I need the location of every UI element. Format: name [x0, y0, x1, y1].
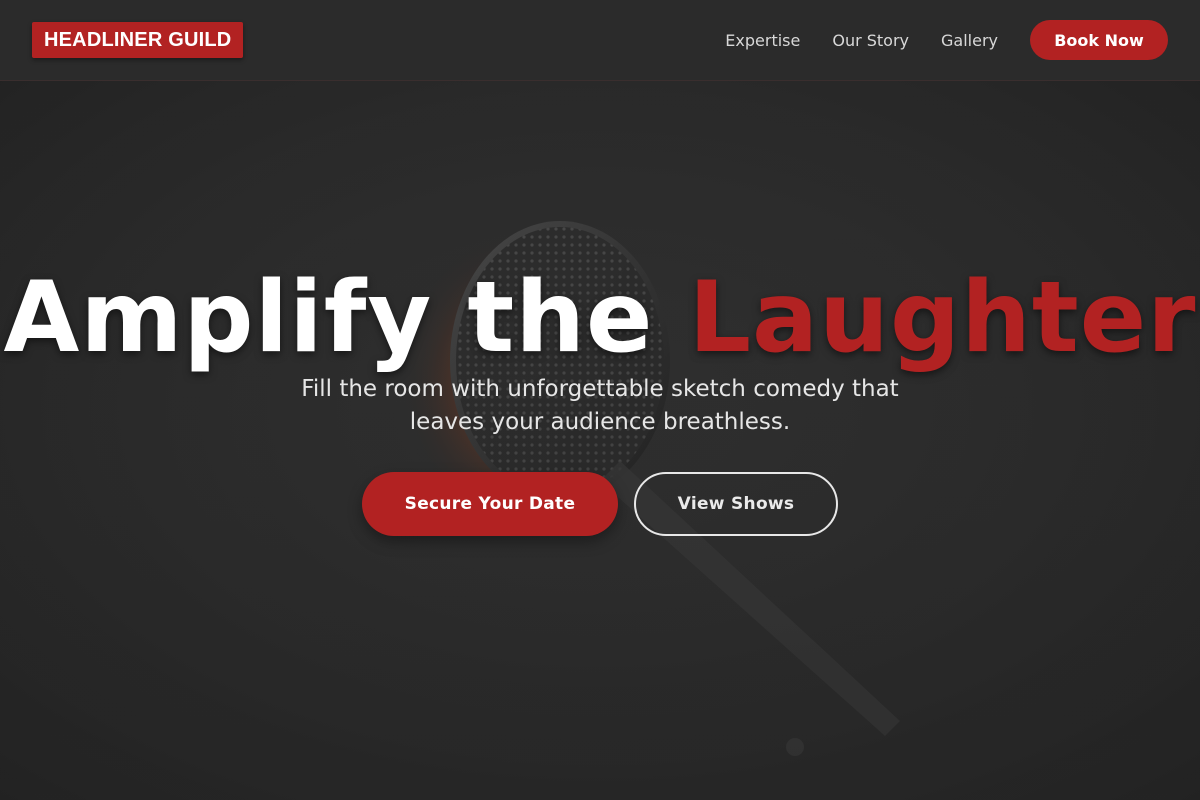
brand-logo[interactable]: HEADLINER GUILD — [32, 22, 244, 58]
hero-headline: Amplify the Laughter — [0, 263, 1200, 373]
headline-main-text: Amplify the — [3, 261, 654, 375]
nav-link-our-story[interactable]: Our Story — [832, 31, 909, 50]
view-shows-button[interactable]: View Shows — [634, 472, 838, 536]
main-nav: Expertise Our Story Gallery Book Now — [725, 20, 1168, 60]
secure-your-date-button[interactable]: Secure Your Date — [362, 472, 618, 536]
site-header: HEADLINER GUILD Expertise Our Story Gall… — [0, 0, 1200, 81]
book-now-button[interactable]: Book Now — [1030, 20, 1168, 60]
hero-overlay — [0, 81, 1200, 800]
nav-link-gallery[interactable]: Gallery — [941, 31, 998, 50]
hero-subtitle: Fill the room with unforgettable sketch … — [301, 376, 899, 435]
nav-link-expertise[interactable]: Expertise — [725, 31, 800, 50]
hero-section: Amplify the Laughter Fill the room with … — [0, 81, 1200, 800]
headline-accent-text: Laughter — [688, 261, 1197, 375]
